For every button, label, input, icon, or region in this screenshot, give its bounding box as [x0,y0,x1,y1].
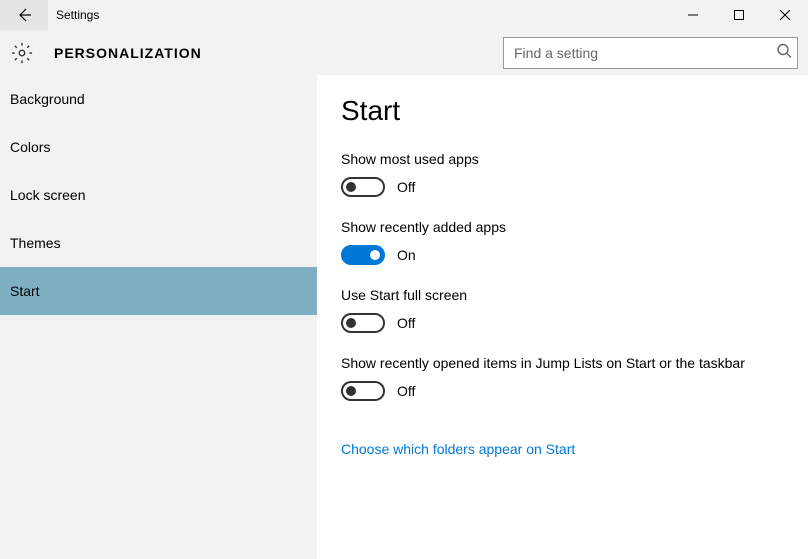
setting-show-most-used: Show most used apps Off [341,151,784,197]
setting-jump-lists: Show recently opened items in Jump Lists… [341,355,784,401]
page-title: Start [341,95,784,127]
search-input[interactable] [503,37,798,69]
choose-folders-link[interactable]: Choose which folders appear on Start [341,441,575,457]
sidebar-item-label: Lock screen [10,187,85,203]
setting-label: Show recently opened items in Jump Lists… [341,355,784,371]
setting-show-recently-added: Show recently added apps On [341,219,784,265]
setting-label: Show recently added apps [341,219,784,235]
sidebar-item-background[interactable]: Background [0,75,317,123]
toggle-state: Off [397,315,415,331]
sidebar-item-label: Themes [10,235,61,251]
header: PERSONALIZATION [0,30,808,75]
sidebar-item-label: Colors [10,139,50,155]
sidebar-item-label: Start [10,283,40,299]
maximize-icon [734,10,744,20]
toggle-start-full-screen[interactable] [341,313,385,333]
minimize-button[interactable] [670,0,716,30]
gear-icon [10,41,34,65]
sidebar: Background Colors Lock screen Themes Sta… [0,75,317,559]
sidebar-item-start[interactable]: Start [0,267,317,315]
toggle-jump-lists[interactable] [341,381,385,401]
maximize-button[interactable] [716,0,762,30]
setting-start-full-screen: Use Start full screen Off [341,287,784,333]
content-pane: Start Show most used apps Off Show recen… [317,75,808,559]
minimize-icon [688,10,698,20]
titlebar: Settings [0,0,808,30]
toggle-state: On [397,247,416,263]
page-category-title: PERSONALIZATION [54,45,503,61]
sidebar-item-themes[interactable]: Themes [0,219,317,267]
sidebar-item-colors[interactable]: Colors [0,123,317,171]
toggle-state: Off [397,179,415,195]
toggle-show-most-used[interactable] [341,177,385,197]
window-controls [670,0,808,30]
setting-label: Show most used apps [341,151,784,167]
setting-label: Use Start full screen [341,287,784,303]
back-button[interactable] [0,0,48,30]
sidebar-item-lock-screen[interactable]: Lock screen [0,171,317,219]
close-icon [780,10,790,20]
search-wrap [503,37,798,69]
close-button[interactable] [762,0,808,30]
window-title: Settings [48,8,99,22]
toggle-state: Off [397,383,415,399]
arrow-left-icon [16,7,32,23]
search-icon[interactable] [776,42,792,63]
sidebar-item-label: Background [10,91,85,107]
toggle-show-recently-added[interactable] [341,245,385,265]
